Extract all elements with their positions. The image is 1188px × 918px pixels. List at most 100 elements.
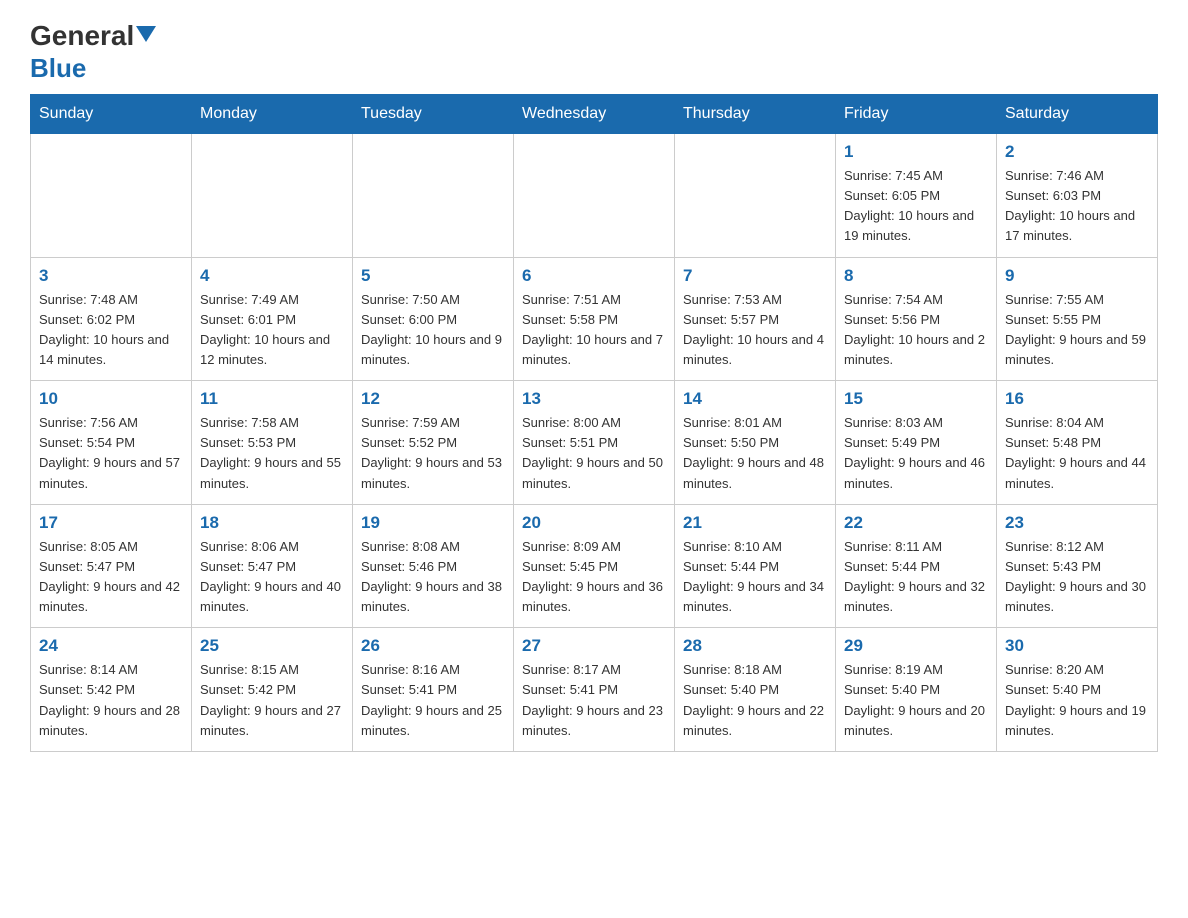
calendar-week-4: 17 Sunrise: 8:05 AMSunset: 5:47 PMDayligh… — [31, 504, 1158, 628]
calendar-cell: 16 Sunrise: 8:04 AMSunset: 5:48 PMDayligh… — [997, 381, 1158, 505]
calendar-body: 1 Sunrise: 7:45 AMSunset: 6:05 PMDaylight… — [31, 134, 1158, 752]
calendar-week-5: 24 Sunrise: 8:14 AMSunset: 5:42 PMDayligh… — [31, 628, 1158, 752]
calendar-cell: 28 Sunrise: 8:18 AMSunset: 5:40 PMDayligh… — [675, 628, 836, 752]
calendar-cell: 17 Sunrise: 8:05 AMSunset: 5:47 PMDayligh… — [31, 504, 192, 628]
day-info: Sunrise: 7:51 AMSunset: 5:58 PMDaylight:… — [522, 290, 666, 371]
calendar-cell: 25Sunrise: 8:15 AMSunset: 5:42 PMDayligh… — [192, 628, 353, 752]
day-info: Sunrise: 7:48 AMSunset: 6:02 PMDaylight:… — [39, 290, 183, 371]
day-info: Sunrise: 7:50 AMSunset: 6:00 PMDaylight:… — [361, 290, 505, 371]
day-info: Sunrise: 8:20 AMSunset: 5:40 PMDaylight:… — [1005, 660, 1149, 741]
day-info: Sunrise: 8:16 AMSunset: 5:41 PMDaylight:… — [361, 660, 505, 741]
day-info: Sunrise: 8:17 AMSunset: 5:41 PMDaylight:… — [522, 660, 666, 741]
day-info: Sunrise: 7:49 AMSunset: 6:01 PMDaylight:… — [200, 290, 344, 371]
weekday-header-tuesday: Tuesday — [353, 95, 514, 134]
day-number: 14 — [683, 389, 827, 409]
day-number: 12 — [361, 389, 505, 409]
weekday-header-sunday: Sunday — [31, 95, 192, 134]
day-number: 20 — [522, 513, 666, 533]
day-number: 3 — [39, 266, 183, 286]
day-number: 2 — [1005, 142, 1149, 162]
day-info: Sunrise: 8:04 AMSunset: 5:48 PMDaylight:… — [1005, 413, 1149, 494]
day-info: Sunrise: 8:05 AMSunset: 5:47 PMDaylight:… — [39, 537, 183, 618]
calendar-cell: 27 Sunrise: 8:17 AMSunset: 5:41 PMDayligh… — [514, 628, 675, 752]
day-info: Sunrise: 8:19 AMSunset: 5:40 PMDaylight:… — [844, 660, 988, 741]
day-info: Sunrise: 7:58 AMSunset: 5:53 PMDaylight:… — [200, 413, 344, 494]
calendar-cell: 1 Sunrise: 7:45 AMSunset: 6:05 PMDaylight… — [836, 134, 997, 258]
weekday-header-wednesday: Wednesday — [514, 95, 675, 134]
day-info: Sunrise: 8:14 AMSunset: 5:42 PMDaylight:… — [39, 660, 183, 741]
day-info: Sunrise: 8:01 AMSunset: 5:50 PMDaylight:… — [683, 413, 827, 494]
calendar-cell: 10 Sunrise: 7:56 AMSunset: 5:54 PMDayligh… — [31, 381, 192, 505]
day-number: 1 — [844, 142, 988, 162]
day-number: 25 — [200, 636, 344, 656]
day-number: 11 — [200, 389, 344, 409]
calendar-cell: 15 Sunrise: 8:03 AMSunset: 5:49 PMDayligh… — [836, 381, 997, 505]
calendar-cell: 22 Sunrise: 8:11 AMSunset: 5:44 PMDayligh… — [836, 504, 997, 628]
day-info: Sunrise: 8:06 AMSunset: 5:47 PMDaylight:… — [200, 537, 344, 618]
calendar-cell: 12 Sunrise: 7:59 AMSunset: 5:52 PMDayligh… — [353, 381, 514, 505]
day-number: 26 — [361, 636, 505, 656]
day-number: 17 — [39, 513, 183, 533]
day-info: Sunrise: 8:09 AMSunset: 5:45 PMDaylight:… — [522, 537, 666, 618]
day-number: 6 — [522, 266, 666, 286]
day-info: Sunrise: 7:54 AMSunset: 5:56 PMDaylight:… — [844, 290, 988, 371]
day-number: 24 — [39, 636, 183, 656]
day-info: Sunrise: 7:56 AMSunset: 5:54 PMDaylight:… — [39, 413, 183, 494]
calendar-cell: 6 Sunrise: 7:51 AMSunset: 5:58 PMDaylight… — [514, 257, 675, 381]
calendar-cell: 4 Sunrise: 7:49 AMSunset: 6:01 PMDaylight… — [192, 257, 353, 381]
calendar-cell — [192, 134, 353, 258]
day-number: 10 — [39, 389, 183, 409]
day-info: Sunrise: 7:59 AMSunset: 5:52 PMDaylight:… — [361, 413, 505, 494]
logo-blue-text: Blue — [30, 53, 86, 83]
day-number: 19 — [361, 513, 505, 533]
page-header: GeneralBlue — [30, 20, 1158, 84]
calendar-cell: 30Sunrise: 8:20 AMSunset: 5:40 PMDayligh… — [997, 628, 1158, 752]
logo-triangle-icon — [136, 26, 156, 42]
calendar-cell — [514, 134, 675, 258]
calendar-cell: 13Sunrise: 8:00 AMSunset: 5:51 PMDayligh… — [514, 381, 675, 505]
calendar-cell: 5Sunrise: 7:50 AMSunset: 6:00 PMDaylight… — [353, 257, 514, 381]
day-info: Sunrise: 8:03 AMSunset: 5:49 PMDaylight:… — [844, 413, 988, 494]
day-info: Sunrise: 7:46 AMSunset: 6:03 PMDaylight:… — [1005, 166, 1149, 247]
weekday-header-monday: Monday — [192, 95, 353, 134]
day-number: 27 — [522, 636, 666, 656]
day-number: 16 — [1005, 389, 1149, 409]
calendar-cell — [353, 134, 514, 258]
logo-area: GeneralBlue — [30, 20, 156, 84]
calendar-week-2: 3 Sunrise: 7:48 AMSunset: 6:02 PMDaylight… — [31, 257, 1158, 381]
day-number: 29 — [844, 636, 988, 656]
day-number: 4 — [200, 266, 344, 286]
day-info: Sunrise: 8:11 AMSunset: 5:44 PMDaylight:… — [844, 537, 988, 618]
calendar-cell: 8 Sunrise: 7:54 AMSunset: 5:56 PMDaylight… — [836, 257, 997, 381]
calendar-week-1: 1 Sunrise: 7:45 AMSunset: 6:05 PMDaylight… — [31, 134, 1158, 258]
weekday-header-saturday: Saturday — [997, 95, 1158, 134]
day-number: 8 — [844, 266, 988, 286]
logo: GeneralBlue — [30, 20, 156, 84]
calendar-table: SundayMondayTuesdayWednesdayThursdayFrid… — [30, 94, 1158, 752]
calendar-cell: 24 Sunrise: 8:14 AMSunset: 5:42 PMDayligh… — [31, 628, 192, 752]
weekday-header-thursday: Thursday — [675, 95, 836, 134]
day-info: Sunrise: 7:55 AMSunset: 5:55 PMDaylight:… — [1005, 290, 1149, 371]
calendar-cell — [675, 134, 836, 258]
day-info: Sunrise: 8:18 AMSunset: 5:40 PMDaylight:… — [683, 660, 827, 741]
calendar-cell: 9Sunrise: 7:55 AMSunset: 5:55 PMDaylight… — [997, 257, 1158, 381]
day-info: Sunrise: 8:12 AMSunset: 5:43 PMDaylight:… — [1005, 537, 1149, 618]
calendar-cell: 21Sunrise: 8:10 AMSunset: 5:44 PMDayligh… — [675, 504, 836, 628]
day-info: Sunrise: 8:08 AMSunset: 5:46 PMDaylight:… — [361, 537, 505, 618]
day-number: 23 — [1005, 513, 1149, 533]
calendar-header: SundayMondayTuesdayWednesdayThursdayFrid… — [31, 95, 1158, 134]
day-number: 15 — [844, 389, 988, 409]
day-info: Sunrise: 8:00 AMSunset: 5:51 PMDaylight:… — [522, 413, 666, 494]
weekday-header-friday: Friday — [836, 95, 997, 134]
day-info: Sunrise: 7:45 AMSunset: 6:05 PMDaylight:… — [844, 166, 988, 247]
calendar-cell: 7Sunrise: 7:53 AMSunset: 5:57 PMDaylight… — [675, 257, 836, 381]
calendar-cell: 23 Sunrise: 8:12 AMSunset: 5:43 PMDayligh… — [997, 504, 1158, 628]
calendar-cell: 2 Sunrise: 7:46 AMSunset: 6:03 PMDaylight… — [997, 134, 1158, 258]
day-number: 28 — [683, 636, 827, 656]
calendar-cell — [31, 134, 192, 258]
day-info: Sunrise: 8:10 AMSunset: 5:44 PMDaylight:… — [683, 537, 827, 618]
logo-text: GeneralBlue — [30, 20, 156, 83]
calendar-cell: 11 Sunrise: 7:58 AMSunset: 5:53 PMDayligh… — [192, 381, 353, 505]
day-number: 22 — [844, 513, 988, 533]
calendar-cell: 29 Sunrise: 8:19 AMSunset: 5:40 PMDayligh… — [836, 628, 997, 752]
